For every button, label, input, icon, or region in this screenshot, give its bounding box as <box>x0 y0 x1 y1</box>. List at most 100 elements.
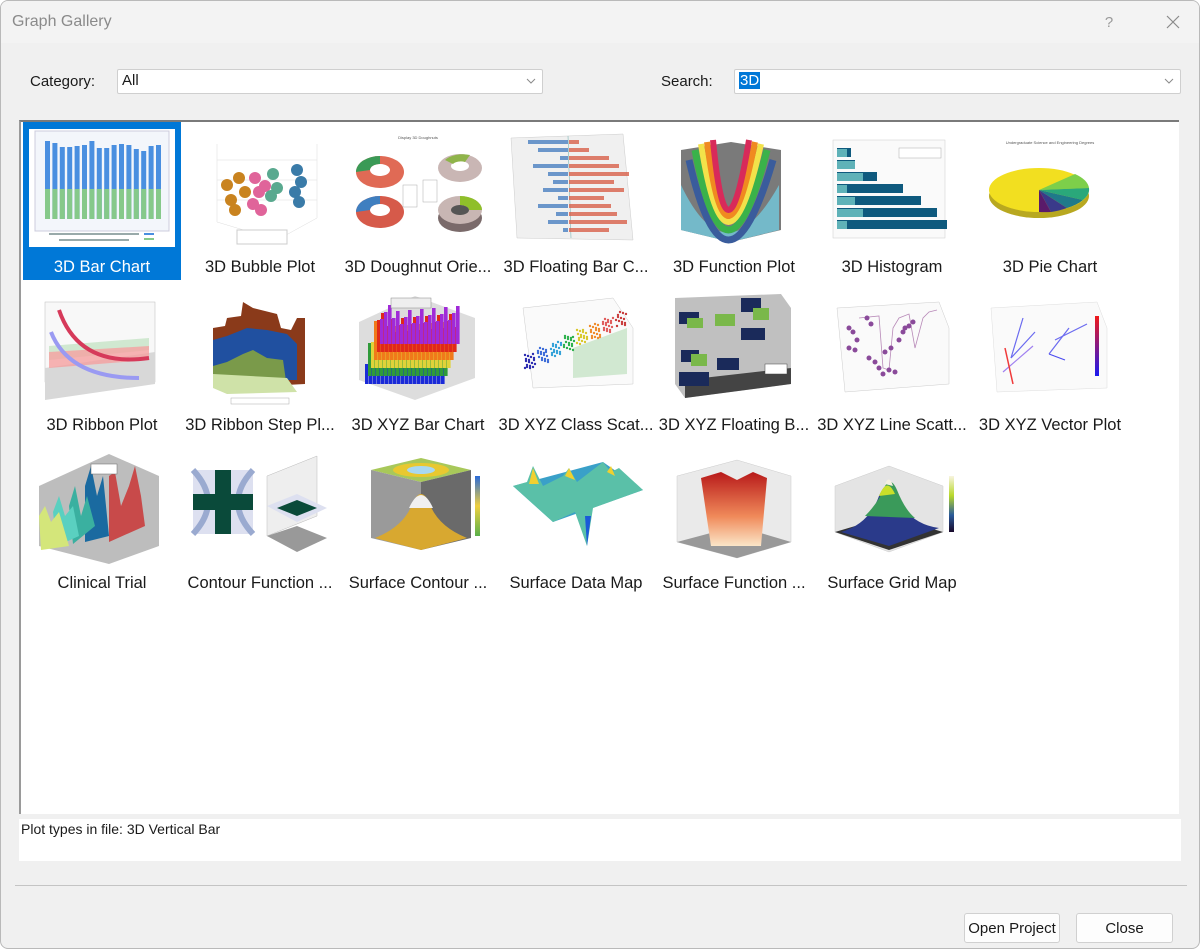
chart-thumbnail <box>345 446 491 564</box>
surfdata-thumbnail-image <box>513 462 643 546</box>
title-bar: Graph Gallery ? <box>1 1 1199 43</box>
gallery-item[interactable]: Surface Contour ... <box>339 438 497 596</box>
chart-thumbnail <box>819 130 965 248</box>
gallery-item[interactable]: 3D XYZ Line Scatt... <box>813 280 971 438</box>
chart-thumbnail <box>503 288 649 406</box>
contour-thumbnail-image <box>190 455 327 552</box>
doughnut-thumbnail-image: Display 3D Doughnuts <box>356 135 482 232</box>
gallery-item[interactable]: Surface Grid Map <box>813 438 971 596</box>
gallery-item-label: 3D XYZ Floating B... <box>658 416 810 434</box>
gallery-item-label: 3D XYZ Vector Plot <box>978 416 1122 434</box>
category-value: All <box>122 72 139 89</box>
gallery-grid: 3D Bar Chart 3D Bubble Plot Display 3D Do… <box>19 120 1179 814</box>
category-dropdown[interactable]: All <box>117 69 543 94</box>
xyzfloat-thumbnail-image <box>675 294 791 398</box>
help-icon: ? <box>1104 13 1114 31</box>
chart-thumbnail <box>187 130 333 248</box>
gallery-item[interactable]: 3D Histogram <box>813 122 971 280</box>
linescatter-thumbnail-image <box>836 301 950 393</box>
gallery-item-label: 3D XYZ Bar Chart <box>351 416 485 434</box>
gallery-item[interactable]: 3D XYZ Class Scat... <box>497 280 655 438</box>
bubble-thumbnail-image <box>216 144 318 245</box>
chevron-down-icon <box>1164 78 1174 84</box>
chart-thumbnail: Display 3D Doughnuts <box>345 130 491 248</box>
gallery-item[interactable]: 3D Ribbon Plot <box>23 280 181 438</box>
chart-thumbnail <box>29 129 175 247</box>
gallery-item[interactable]: 3D XYZ Bar Chart <box>339 280 497 438</box>
surfcontour-thumbnail-image <box>371 458 480 550</box>
gallery-item-label: 3D Bubble Plot <box>204 258 316 276</box>
chart-thumbnail <box>187 288 333 406</box>
chart-thumbnail: Undergraduate Science and Engineering De… <box>977 130 1123 248</box>
window-close-button[interactable] <box>1153 7 1193 37</box>
close-button[interactable]: Close <box>1076 913 1173 943</box>
chart-thumbnail <box>819 446 965 564</box>
gallery-item[interactable]: Contour Function ... <box>181 438 339 596</box>
gallery-item-label: 3D Ribbon Step Pl... <box>185 416 335 434</box>
chart-thumbnail <box>661 288 807 406</box>
help-button[interactable]: ? <box>1089 7 1129 37</box>
chart-thumbnail <box>819 288 965 406</box>
gallery-item[interactable]: 3D XYZ Floating B... <box>655 280 813 438</box>
gallery-item-label: 3D Floating Bar C... <box>503 258 649 276</box>
search-label: Search: <box>661 73 713 90</box>
gallery-item-label: 3D XYZ Line Scatt... <box>817 416 967 434</box>
gallery-item[interactable]: Undergraduate Science and Engineering De… <box>971 122 1129 280</box>
chart-thumbnail <box>977 288 1123 406</box>
footer-divider <box>15 885 1187 886</box>
xyzbar-thumbnail-image <box>359 296 475 400</box>
gallery-item[interactable]: 3D Bar Chart <box>23 122 181 280</box>
gallery-item[interactable]: 3D XYZ Vector Plot <box>971 280 1129 438</box>
ribbon-thumbnail-image <box>44 301 156 400</box>
svg-text:Undergraduate Science and Engi: Undergraduate Science and Engineering De… <box>1006 140 1095 145</box>
chart-thumbnail <box>661 446 807 564</box>
close-icon <box>1166 15 1180 29</box>
gallery-item[interactable]: Display 3D Doughnuts 3D Doughnut Orie... <box>339 122 497 280</box>
open-project-button[interactable]: Open Project <box>964 913 1060 943</box>
gallery-item-label: Surface Contour ... <box>348 574 488 592</box>
gallery-item[interactable]: Surface Data Map <box>497 438 655 596</box>
bar3d-thumbnail-image <box>29 129 175 247</box>
gallery-item-label: 3D Doughnut Orie... <box>344 258 492 276</box>
floatbar-thumbnail-image <box>510 133 634 241</box>
chart-thumbnail <box>29 446 175 564</box>
chart-thumbnail <box>29 288 175 406</box>
plot-types-text: Plot types in file: 3D Vertical Bar <box>21 821 221 837</box>
gallery-item-label: Surface Grid Map <box>827 574 957 592</box>
chart-thumbnail <box>503 446 649 564</box>
chevron-down-icon <box>526 78 536 84</box>
gallery-item-label: 3D Function Plot <box>673 258 795 276</box>
gallery-item-label: 3D Histogram <box>841 258 943 276</box>
surfgrid-thumbnail-image <box>834 465 954 553</box>
gallery-item-label: Clinical Trial <box>57 574 147 592</box>
gallery-item-label: Surface Function ... <box>662 574 806 592</box>
chart-thumbnail <box>503 130 649 248</box>
vector-thumbnail-image <box>990 301 1108 393</box>
gallery-item-label: Surface Data Map <box>509 574 643 592</box>
gallery-item-label: Contour Function ... <box>187 574 333 592</box>
window-title: Graph Gallery <box>12 13 112 30</box>
gallery-item-label: 3D XYZ Class Scat... <box>498 416 654 434</box>
gallery-item[interactable]: 3D Ribbon Step Pl... <box>181 280 339 438</box>
gallery-item[interactable]: 3D Floating Bar C... <box>497 122 655 280</box>
clinical-thumbnail-image <box>39 454 159 564</box>
chart-thumbnail <box>187 446 333 564</box>
search-combobox[interactable]: 3D <box>734 69 1181 94</box>
gallery-item-label: 3D Ribbon Plot <box>46 416 158 434</box>
gallery-item[interactable]: 3D Function Plot <box>655 122 813 280</box>
gallery-item[interactable]: 3D Bubble Plot <box>181 122 339 280</box>
gallery-item-label: 3D Pie Chart <box>1002 258 1098 276</box>
ribbonstep-thumbnail-image <box>213 302 305 405</box>
search-input-value[interactable]: 3D <box>739 72 761 89</box>
gallery-item[interactable]: Clinical Trial <box>23 438 181 596</box>
pie-thumbnail-image: Undergraduate Science and Engineering De… <box>989 140 1095 218</box>
category-label: Category: <box>30 73 96 90</box>
plot-types-info: Plot types in file: 3D Vertical Bar <box>19 819 1181 861</box>
chart-thumbnail <box>345 288 491 406</box>
function-thumbnail-image <box>681 139 781 244</box>
classscatter-thumbnail-image <box>522 297 634 389</box>
graph-gallery-dialog: Graph Gallery ? Category: All Search: 3D… <box>0 0 1200 949</box>
chart-thumbnail <box>661 130 807 248</box>
gallery-item[interactable]: Surface Function ... <box>655 438 813 596</box>
svg-text:Display 3D Doughnuts: Display 3D Doughnuts <box>398 135 438 140</box>
